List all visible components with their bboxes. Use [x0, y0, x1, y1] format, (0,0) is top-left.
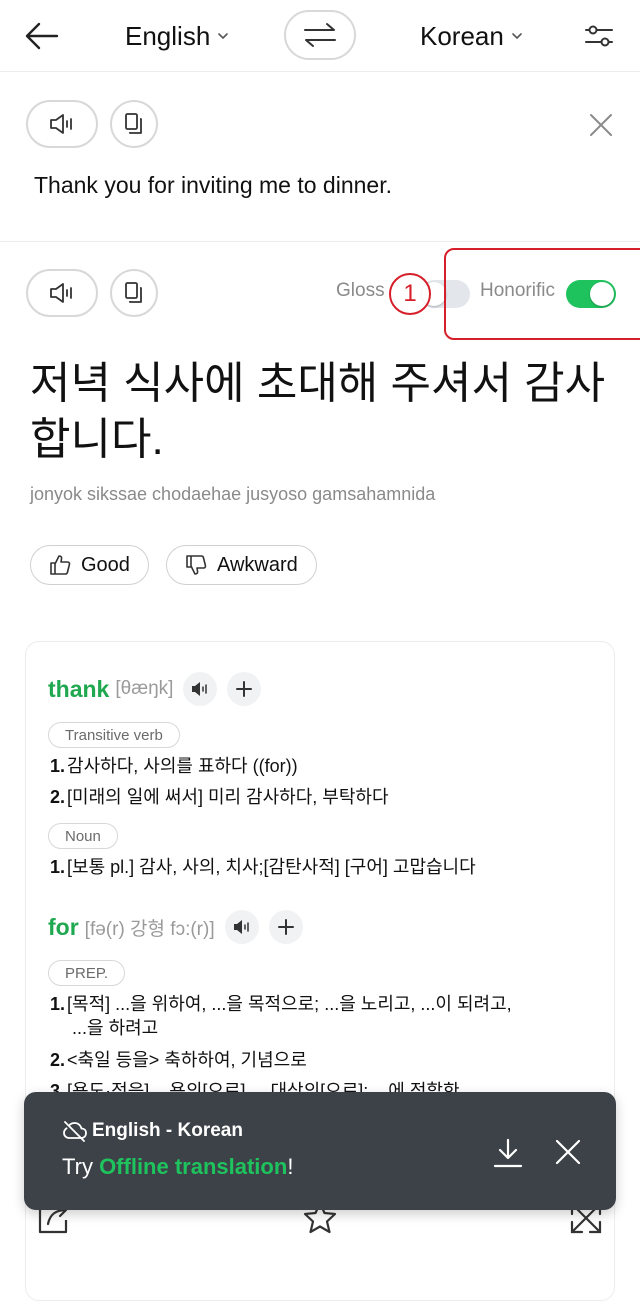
back-button[interactable] [22, 18, 62, 54]
source-language-selector[interactable]: English [125, 18, 230, 54]
settings-button[interactable] [582, 20, 616, 52]
offline-translation-toast: English - Korean Try Offline translation… [24, 1092, 616, 1210]
awkward-label: Awkward [217, 553, 298, 576]
target-language-selector[interactable]: Korean [420, 18, 524, 54]
copy-icon [125, 282, 142, 303]
good-feedback-button[interactable]: Good [30, 545, 149, 585]
toast-message: Try Offline translation! [62, 1154, 294, 1179]
romanization-text: jonyok sikssae chodaehae jusyoso gamsaha… [30, 484, 436, 504]
source-text[interactable]: Thank you for inviting me to dinner. [34, 172, 392, 199]
entry-speak-button[interactable] [224, 910, 259, 944]
source-language-label: English [125, 20, 211, 51]
top-bar: English Korean [0, 0, 640, 72]
good-label: Good [81, 553, 130, 576]
speaker-icon [50, 114, 72, 134]
section-divider [0, 241, 640, 242]
dismiss-toast-button[interactable] [552, 1136, 584, 1168]
definition-line: 1. [보통 pl.] 감사, 사의, 치사;[감탄사적] [구어] 고맙습니다 [50, 857, 476, 877]
thumbs-down-icon [186, 555, 207, 575]
part-of-speech-badge: Noun [48, 823, 118, 849]
pronunciation: [θæŋk] [115, 678, 174, 699]
speaker-icon [233, 920, 249, 934]
source-copy-button[interactable] [110, 100, 158, 148]
dictionary-entry-header: for [fə(r) 강형 fɔ:(r)] [48, 910, 303, 944]
part-of-speech-badge: PREP. [48, 960, 126, 986]
thumbs-up-icon [50, 555, 71, 575]
close-icon [590, 114, 612, 136]
clear-source-button[interactable] [586, 110, 616, 140]
arrow-left-icon [25, 22, 59, 50]
gloss-label: Gloss [336, 280, 385, 301]
annotation-marker: 1 [389, 273, 431, 315]
copy-icon [125, 113, 142, 134]
translation-copy-button[interactable] [110, 269, 158, 317]
part-of-speech-badge: Transitive verb [48, 722, 180, 748]
sliders-icon [585, 25, 613, 47]
translator-screen: English Korean Thank you for inviting me… [0, 0, 640, 1309]
translation-speak-button[interactable] [26, 269, 98, 317]
swap-arrows-icon [304, 23, 336, 47]
definition-line: 2. <축일 등을> 축하하여, 기념으로 [50, 1050, 307, 1070]
pronunciation: [fə(r) 강형 fɔ:(r)] [84, 918, 215, 940]
download-icon [493, 1138, 523, 1168]
dictionary-headword[interactable]: for [48, 914, 79, 941]
target-language-label: Korean [420, 20, 504, 51]
toast-language-pair: English - Korean [92, 1120, 243, 1141]
chevron-down-icon [512, 33, 522, 40]
add-to-wordbook-button[interactable] [268, 910, 303, 944]
plus-icon [277, 919, 294, 935]
translated-text[interactable]: 저녁 식사에 초대해 주셔서 감사합니다. [30, 356, 620, 468]
add-to-wordbook-button[interactable] [227, 672, 262, 706]
definition-line: 1. 감사하다, 사의를 표하다 ((for)) [50, 756, 298, 776]
offline-translation-link[interactable]: Offline translation [99, 1154, 287, 1179]
cloud-off-icon [63, 1121, 87, 1142]
awkward-feedback-button[interactable]: Awkward [166, 545, 317, 585]
chevron-down-icon [218, 33, 229, 40]
toast-title: English - Korean [62, 1120, 243, 1142]
plus-icon [236, 681, 253, 697]
annotation-highlight-box [444, 248, 640, 340]
speaker-icon [50, 283, 72, 303]
definition-line: 2. [미래의 일에 써서] 미리 감사하다, 부탁하다 [50, 787, 389, 807]
entry-speak-button[interactable] [183, 672, 218, 706]
speaker-icon [192, 682, 208, 696]
source-speak-button[interactable] [26, 100, 98, 148]
dictionary-entry-header: thank [θæŋk] [48, 672, 262, 706]
definition-line: 1. [목적] ...을 위하여, ...을 목적으로; ...을 노리고, ..… [50, 994, 512, 1038]
dictionary-headword[interactable]: thank [48, 676, 109, 703]
swap-languages-button[interactable] [284, 10, 356, 60]
close-icon [555, 1139, 581, 1165]
download-offline-button[interactable] [490, 1136, 526, 1170]
